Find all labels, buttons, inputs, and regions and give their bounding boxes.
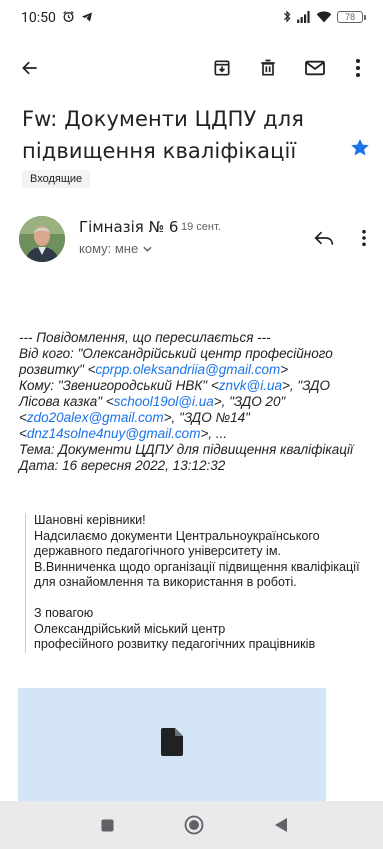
telegram-icon [82, 12, 92, 21]
chevron-down-icon [143, 246, 152, 252]
attachment-preview[interactable] [18, 688, 326, 806]
body-signature-line: професійного розвитку педагогічних праці… [34, 637, 316, 651]
sender-name: Гімназія № 6 [79, 218, 179, 236]
email-date: 19 сент. [181, 221, 221, 233]
recipient-email-link[interactable]: zdo20alex@gmail.com [27, 410, 164, 425]
home-button[interactable] [184, 815, 204, 835]
trash-icon [261, 59, 275, 76]
reply-icon [314, 231, 334, 245]
system-nav-bar [0, 801, 383, 849]
body-signature-line: Олександрійський міський центр [34, 621, 226, 636]
recipient-label: кому: мне [79, 241, 139, 256]
archive-icon [214, 60, 230, 76]
back-nav-button[interactable] [271, 815, 291, 835]
mail-icon [305, 60, 325, 76]
signal-icon [297, 10, 310, 23]
message-more-button[interactable] [352, 226, 376, 250]
recipient-details-toggle[interactable]: кому: мне [79, 241, 152, 256]
recipient-email-link[interactable]: znvk@i.ua [219, 378, 282, 393]
arrow-left-icon [22, 61, 37, 75]
forwarded-header: --- Повідомлення, що пересилається --- В… [19, 330, 364, 474]
recents-icon [100, 818, 114, 832]
recents-button[interactable] [97, 815, 117, 835]
status-bar: 10:50 78 [0, 0, 383, 40]
more-vert-icon [356, 59, 360, 77]
bluetooth-icon [283, 10, 291, 23]
reply-button[interactable] [312, 226, 336, 250]
battery-indicator: 78 [337, 10, 366, 23]
top-toolbar [0, 50, 383, 86]
body-signoff: З повагою [34, 606, 94, 620]
forward-to: Кому: "Звенигородський НВК" <znvk@i.ua>,… [19, 378, 330, 441]
forward-divider-text: --- Повідомлення, що пересилається --- [19, 330, 271, 345]
sender-email-link[interactable]: cprpp.oleksandriia@gmail.com [96, 362, 281, 377]
recipient-email-link[interactable]: school19ol@i.ua [114, 394, 214, 409]
delete-button[interactable] [254, 54, 282, 82]
quoted-message-body: Шановні керівники! Надсилаємо документи … [25, 513, 365, 653]
avatar[interactable] [19, 216, 65, 262]
home-icon [184, 815, 204, 835]
body-greeting: Шановні керівники! [34, 513, 146, 527]
wifi-icon [316, 10, 332, 22]
archive-button[interactable] [208, 54, 236, 82]
star-button[interactable] [350, 138, 370, 162]
status-time: 10:50 [21, 10, 56, 26]
body-text: Надсилаємо документи Центральноукраїнськ… [34, 528, 360, 590]
forward-subject: Тема: Документи ЦДПУ для підвищення квал… [19, 442, 354, 457]
back-triangle-icon [275, 818, 287, 832]
mark-unread-button[interactable] [301, 54, 329, 82]
more-options-button[interactable] [344, 54, 372, 82]
email-subject: Fw: Документи ЦДПУ для підвищення кваліф… [22, 107, 305, 163]
more-vert-icon [362, 229, 366, 247]
back-button[interactable] [16, 54, 44, 82]
star-icon [351, 138, 369, 156]
alarm-icon [63, 11, 74, 23]
file-icon [161, 728, 183, 756]
recipient-email-link[interactable]: dnz14solne4nuy@gmail.com [27, 426, 201, 441]
forward-from: Від кого: "Олександрійський центр профес… [19, 346, 333, 377]
label-chip-inbox[interactable]: Входящие [22, 170, 91, 188]
avatar-image [19, 216, 65, 262]
forward-date: Дата: 16 вересня 2022, 13:12:32 [19, 458, 226, 473]
